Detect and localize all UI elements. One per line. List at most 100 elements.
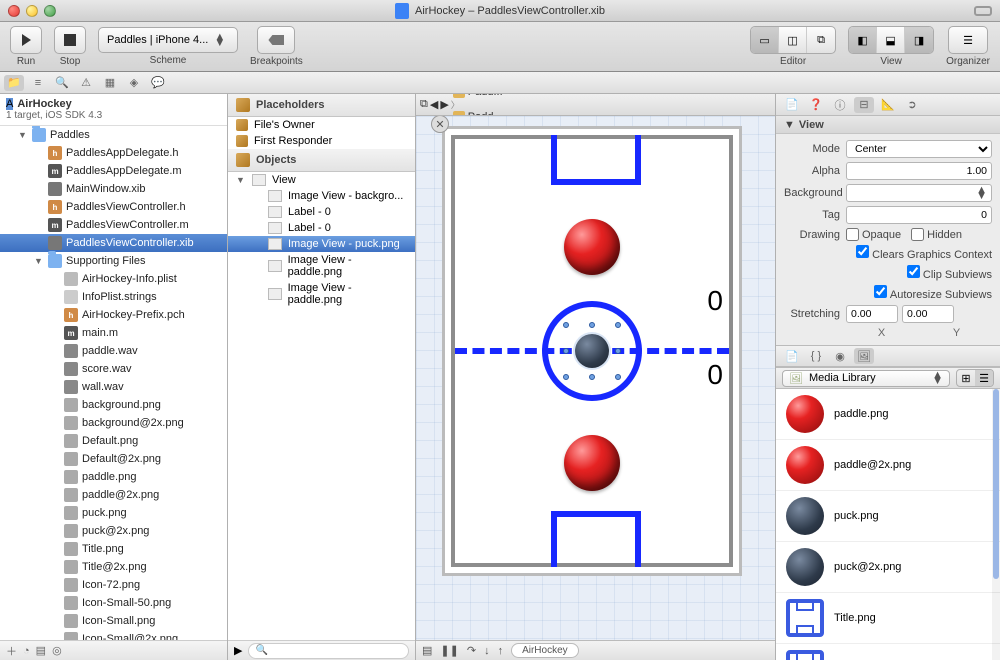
- tree-row[interactable]: score.wav: [0, 360, 227, 378]
- proxy-icon[interactable]: [974, 6, 992, 16]
- attributes-inspector-icon[interactable]: ⊟: [854, 97, 874, 113]
- background-color-well[interactable]: ▲▼: [846, 184, 992, 202]
- add-icon[interactable]: ＋: [6, 643, 17, 659]
- device-view[interactable]: ✕ 0 0: [442, 126, 742, 576]
- identity-inspector-icon[interactable]: ⓘ: [830, 97, 850, 113]
- tag-field[interactable]: [846, 206, 992, 224]
- tree-row[interactable]: Default@2x.png: [0, 450, 227, 468]
- editor-assistant[interactable]: ◫: [779, 27, 807, 53]
- tree-row[interactable]: mPaddlesAppDelegate.m: [0, 162, 227, 180]
- placeholder-row[interactable]: First Responder: [228, 133, 415, 149]
- organizer-button[interactable]: ☰: [948, 26, 988, 54]
- library-item[interactable]: paddle@2x.png: [776, 440, 1000, 491]
- object-row[interactable]: Image View - puck.png: [228, 236, 415, 252]
- debug-scope[interactable]: AirHockey: [511, 643, 579, 658]
- placeholder-row[interactable]: File's Owner: [228, 117, 415, 133]
- object-row[interactable]: Image View - backgro...: [228, 188, 415, 204]
- editor-version[interactable]: ⧉: [807, 27, 835, 53]
- minimize-window[interactable]: [26, 5, 38, 17]
- grid-view-icon[interactable]: ⊞: [957, 370, 975, 386]
- code-snippet-icon[interactable]: { }: [806, 348, 826, 364]
- tree-row[interactable]: paddle@2x.png: [0, 486, 227, 504]
- log-navigator-icon[interactable]: 💬: [148, 75, 168, 91]
- hidden-checkbox[interactable]: Hidden: [911, 228, 962, 241]
- tree-row[interactable]: paddle.wav: [0, 342, 227, 360]
- debug-navigator-icon[interactable]: ▦: [100, 75, 120, 91]
- tree-row[interactable]: ▼Paddles: [0, 126, 227, 144]
- debug-pause-icon[interactable]: ❚❚: [440, 644, 458, 657]
- tree-row[interactable]: wall.wav: [0, 378, 227, 396]
- mode-select[interactable]: Center: [846, 140, 992, 158]
- tree-row[interactable]: Icon-72.png: [0, 576, 227, 594]
- media-library-icon[interactable]: 🖼: [854, 348, 874, 364]
- breakpoint-navigator-icon[interactable]: ◈: [124, 75, 144, 91]
- object-row[interactable]: ▼View: [228, 172, 415, 188]
- stop-button[interactable]: [54, 26, 86, 54]
- debug-step-out-icon[interactable]: ↑: [498, 645, 504, 657]
- inspector-header[interactable]: ▼ View: [776, 116, 1000, 134]
- connections-inspector-icon[interactable]: ➲: [902, 97, 922, 113]
- filter-unsaved-icon[interactable]: ◎: [52, 644, 62, 657]
- object-library-icon[interactable]: ◉: [830, 348, 850, 364]
- library-item[interactable]: Title@2x.png: [776, 644, 1000, 660]
- object-row[interactable]: Image View - paddle.png: [228, 280, 415, 308]
- editor-mode-segment[interactable]: ▭ ◫ ⧉: [750, 26, 836, 54]
- scheme-picker[interactable]: Paddles | iPhone 4... ▲▼: [98, 27, 238, 53]
- editor-standard[interactable]: ▭: [751, 27, 779, 53]
- jump-bar[interactable]: ⧉ ◀ ▶ AirHockey〉Padd...〉Padd...〉Padd...〉…: [416, 94, 775, 116]
- clip-checkbox[interactable]: Clip Subviews: [846, 265, 992, 281]
- project-header[interactable]: A AirHockey 1 target, iOS SDK 4.3: [0, 94, 227, 126]
- tree-row[interactable]: InfoPlist.strings: [0, 288, 227, 306]
- alpha-field[interactable]: [846, 162, 992, 180]
- forward-icon[interactable]: ▶: [440, 98, 448, 111]
- library-picker[interactable]: 🖼 Media Library ▲▼: [782, 370, 950, 387]
- filter-recent-icon[interactable]: ◔: [23, 645, 30, 657]
- tree-row[interactable]: mPaddlesViewController.m: [0, 216, 227, 234]
- file-tree[interactable]: ▼PaddleshPaddlesAppDelegate.hmPaddlesApp…: [0, 126, 227, 640]
- tree-row[interactable]: paddle.png: [0, 468, 227, 486]
- close-icon[interactable]: ✕: [431, 116, 449, 133]
- tree-row[interactable]: Default.png: [0, 432, 227, 450]
- view-debug[interactable]: ⬓: [877, 27, 905, 53]
- filter-scm-icon[interactable]: ▤: [36, 644, 46, 657]
- tree-row[interactable]: hPaddlesViewController.h: [0, 198, 227, 216]
- library-item[interactable]: Title.png: [776, 593, 1000, 644]
- tree-row[interactable]: Icon-Small-50.png: [0, 594, 227, 612]
- autoresize-checkbox[interactable]: Autoresize Subviews: [846, 285, 992, 301]
- tree-row[interactable]: Title@2x.png: [0, 558, 227, 576]
- scrollbar[interactable]: [992, 389, 1000, 660]
- view-segment[interactable]: ◧ ⬓ ◨: [848, 26, 934, 54]
- media-library[interactable]: paddle.pngpaddle@2x.pngpuck.pngpuck@2x.p…: [776, 389, 1000, 660]
- debug-step-in-icon[interactable]: ↓: [484, 645, 490, 657]
- tree-row[interactable]: mmain.m: [0, 324, 227, 342]
- back-icon[interactable]: ◀: [430, 98, 438, 111]
- list-view-icon[interactable]: ☰: [975, 370, 993, 386]
- breadcrumb[interactable]: Padd...: [451, 94, 582, 98]
- object-row[interactable]: Label - 0: [228, 220, 415, 236]
- tree-row[interactable]: PaddlesViewController.xib: [0, 234, 227, 252]
- tree-row[interactable]: Icon-Small@2x.png: [0, 630, 227, 640]
- paddle-bottom[interactable]: [564, 435, 620, 491]
- symbol-navigator-icon[interactable]: ≡: [28, 75, 48, 91]
- size-inspector-icon[interactable]: 📐: [878, 97, 898, 113]
- tree-row[interactable]: hAirHockey-Prefix.pch: [0, 306, 227, 324]
- tree-row[interactable]: MainWindow.xib: [0, 180, 227, 198]
- issue-navigator-icon[interactable]: ⚠: [76, 75, 96, 91]
- related-items-icon[interactable]: ⧉: [420, 98, 428, 111]
- tree-row[interactable]: background@2x.png: [0, 414, 227, 432]
- library-item[interactable]: puck.png: [776, 491, 1000, 542]
- opaque-checkbox[interactable]: Opaque: [846, 228, 901, 241]
- zoom-window[interactable]: [44, 5, 56, 17]
- search-navigator-icon[interactable]: 🔍: [52, 75, 72, 91]
- breakpoints-button[interactable]: [257, 26, 295, 54]
- close-window[interactable]: [8, 5, 20, 17]
- tree-row[interactable]: Icon-Small.png: [0, 612, 227, 630]
- object-row[interactable]: Image View - paddle.png: [228, 252, 415, 280]
- clears-checkbox[interactable]: Clears Graphics Context: [846, 245, 992, 261]
- view-utilities[interactable]: ◨: [905, 27, 933, 53]
- tree-row[interactable]: hPaddlesAppDelegate.h: [0, 144, 227, 162]
- selection-handles[interactable]: [567, 326, 617, 376]
- run-button[interactable]: [10, 26, 42, 54]
- outline-toggle-icon[interactable]: ▶: [234, 644, 242, 657]
- tree-row[interactable]: puck.png: [0, 504, 227, 522]
